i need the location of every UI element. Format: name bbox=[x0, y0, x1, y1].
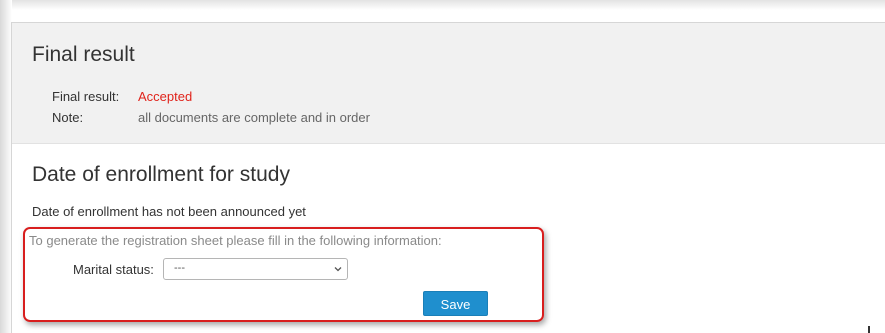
chevron-down-icon bbox=[334, 267, 342, 272]
note-value: all documents are complete and in order bbox=[138, 110, 370, 125]
registration-instructions: To generate the registration sheet pleas… bbox=[29, 233, 442, 248]
note-row: Note: all documents are complete and in o… bbox=[52, 110, 370, 125]
marital-status-selected-value: --- bbox=[174, 262, 185, 274]
edge-fragment bbox=[868, 326, 870, 333]
enrollment-title: Date of enrollment for study bbox=[32, 163, 290, 186]
window-shadow-top bbox=[0, 0, 885, 10]
final-result-label: Final result: bbox=[52, 89, 120, 104]
final-result-value: Accepted bbox=[138, 89, 193, 104]
final-result-row: Final result: Accepted bbox=[52, 89, 192, 104]
marital-status-select[interactable]: --- bbox=[163, 258, 348, 280]
registration-sheet-form: To generate the registration sheet pleas… bbox=[23, 227, 544, 322]
page: Final result Final result: Accepted Note:… bbox=[0, 0, 885, 333]
note-label: Note: bbox=[52, 110, 84, 125]
final-result-title: Final result bbox=[32, 43, 135, 66]
final-result-section: Final result Final result: Accepted Note:… bbox=[12, 23, 885, 144]
content-panel: Final result Final result: Accepted Note:… bbox=[11, 22, 885, 333]
save-button[interactable]: Save bbox=[423, 291, 488, 316]
marital-status-label: Marital status: bbox=[73, 262, 154, 277]
enrollment-announce-text: Date of enrollment has not been announce… bbox=[32, 204, 306, 219]
